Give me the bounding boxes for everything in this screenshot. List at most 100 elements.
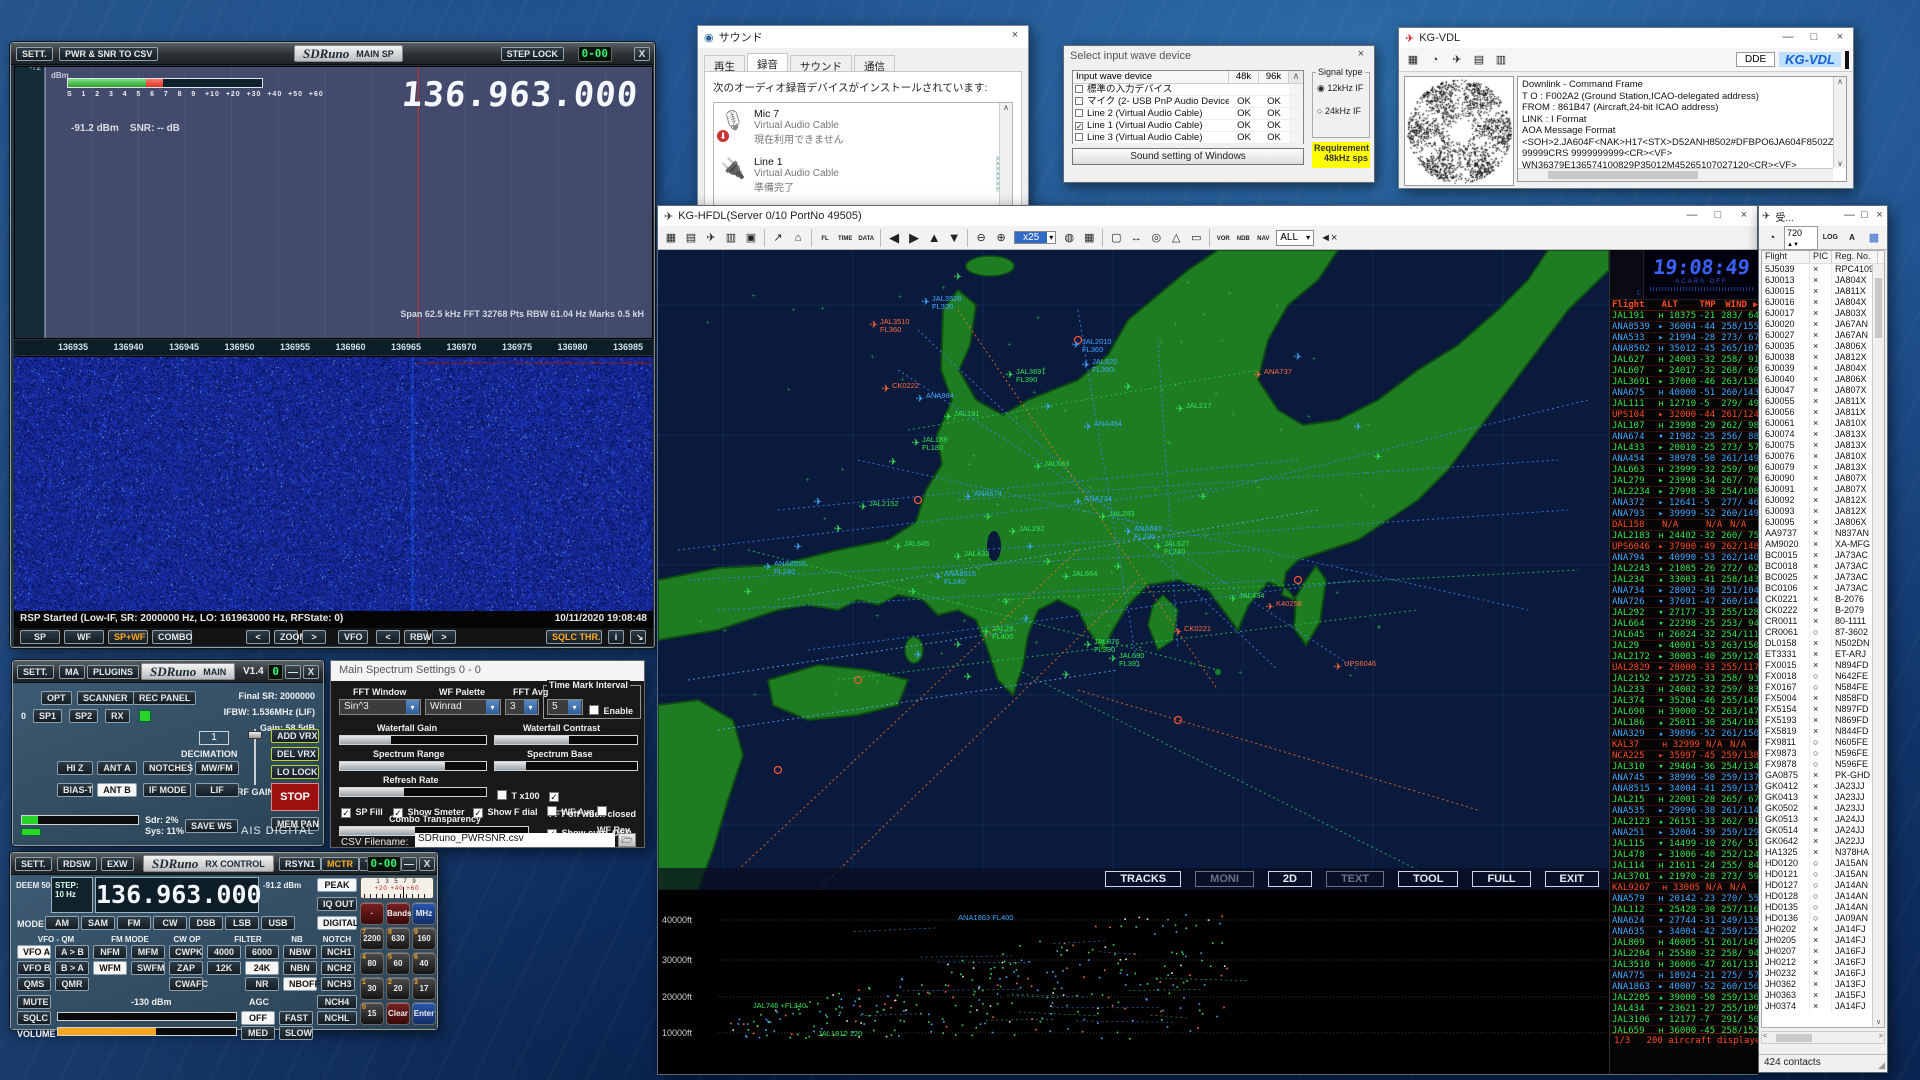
- flight-row[interactable]: GK0514×JA24JJ: [1762, 825, 1884, 836]
- flight-row[interactable]: JH0202×JA14FJ: [1762, 924, 1884, 935]
- aircraft-icon[interactable]: ✈: [909, 587, 917, 598]
- data-row[interactable]: ANA372▸ 12641-5277/ 46: [1610, 498, 1759, 509]
- data-row[interactable]: ANA454▸ 38978-50261/149: [1610, 454, 1759, 465]
- hfdl-tool-a-10[interactable]: TIME: [835, 228, 855, 248]
- row-check[interactable]: [1073, 132, 1087, 143]
- exw-button[interactable]: EXW: [101, 857, 134, 871]
- flight-row[interactable]: GK0413×JA23JJ: [1762, 792, 1884, 803]
- mode-am-button[interactable]: AM: [45, 916, 79, 930]
- aircraft-icon[interactable]: ✈: [1002, 597, 1010, 608]
- rx-6000-button[interactable]: 6000: [245, 945, 279, 959]
- rx-4000-button[interactable]: 4000: [207, 945, 241, 959]
- close-icon[interactable]: X: [419, 857, 435, 871]
- rx-qms-button[interactable]: QMS: [17, 977, 51, 991]
- flight-row[interactable]: FX5193×N869FD: [1762, 715, 1884, 726]
- data-row[interactable]: JAL310▾ 29464-36254/134: [1610, 762, 1759, 773]
- flight-row[interactable]: 6J0017×JA803X: [1762, 308, 1884, 319]
- data-row[interactable]: JAL111н 12710-5279/ 49: [1610, 399, 1759, 410]
- key-enter[interactable]: Enter: [412, 1002, 436, 1025]
- rf-gain-handle[interactable]: [248, 731, 262, 739]
- rx-swfm-button[interactable]: SWFM: [131, 961, 165, 975]
- maximize-icon[interactable]: □: [1857, 206, 1872, 227]
- flight-row[interactable]: 5J5039×RPC4109: [1762, 264, 1884, 275]
- hfdl-tool-a-11[interactable]: DATA: [855, 228, 877, 248]
- rbw-0[interactable]: <: [376, 630, 400, 644]
- close-icon[interactable]: ×: [1731, 206, 1757, 227]
- data-row[interactable]: JAL292▾ 27177-33255/128: [1610, 608, 1759, 619]
- aircraft-icon[interactable]: ✈: [1229, 594, 1237, 605]
- data-row[interactable]: JAL114н 21611-24255/ 84: [1610, 861, 1759, 872]
- hfdl-tool-a-9[interactable]: FL: [815, 228, 835, 248]
- zoom-2[interactable]: >: [302, 630, 326, 644]
- data-row[interactable]: JAL2183н 24402-32260/ 75: [1610, 531, 1759, 542]
- rx-frequency-readout[interactable]: 136.963.000: [95, 877, 259, 913]
- flight-row[interactable]: 6J0091×JA807X: [1762, 484, 1884, 495]
- data-row[interactable]: UPS104▸ 32000-44261/124: [1610, 410, 1759, 421]
- data-row[interactable]: ANA8539▸ 36004-44258/155: [1610, 322, 1759, 333]
- data-row[interactable]: JAL478▸ 31006-40252/124: [1610, 850, 1759, 861]
- rx-qmr-button[interactable]: QMR: [55, 977, 89, 991]
- data-row[interactable]: ANA775н 18924-21275/ 57: [1610, 971, 1759, 982]
- tab-通信[interactable]: 通信: [854, 55, 895, 72]
- enable-checkbox[interactable]: Enable: [589, 701, 633, 719]
- map-area[interactable]: ++++++++++++++++++++++++++++++++++++++++…: [658, 250, 1609, 890]
- flight-row[interactable]: HD0120○JA15AN: [1762, 858, 1884, 869]
- rx-nch2-button[interactable]: NCH2: [321, 961, 355, 975]
- colors-icon[interactable]: ▩: [1864, 228, 1884, 248]
- flight-row[interactable]: CR0011×80-1111: [1762, 616, 1884, 627]
- flight-row[interactable]: JH0207×JA16FJ: [1762, 946, 1884, 957]
- aircraft-icon[interactable]: ✈: [912, 438, 920, 449]
- view-sp+wf-button[interactable]: SP+WF: [108, 630, 148, 644]
- hfdl-tool-a-18[interactable]: ⊖: [971, 228, 991, 248]
- csv-browse-icon[interactable]: 🗁: [618, 833, 636, 847]
- flight-row[interactable]: ET3331×ET-ARJ: [1762, 649, 1884, 660]
- aircraft-icon[interactable]: ✈: [1034, 462, 1042, 473]
- aircraft-icon[interactable]: ✈: [1354, 422, 1362, 433]
- flight-row[interactable]: 6J0039×JA804X: [1762, 363, 1884, 374]
- if-mode-button[interactable]: IF MODE: [143, 783, 191, 797]
- close-icon[interactable]: X: [303, 665, 319, 679]
- data-row[interactable]: KAL9267н 33005N/AN/A: [1610, 883, 1759, 894]
- mode-dsb-button[interactable]: DSB: [189, 916, 223, 930]
- aircraft-icon[interactable]: ✈: [1026, 542, 1034, 553]
- sqlc-thr-button[interactable]: SQLC THR.: [546, 630, 602, 644]
- aircraft-icon[interactable]: ✈: [1109, 654, 1117, 665]
- data-row[interactable]: KAL37н 32999N/AN/A: [1610, 740, 1759, 751]
- minimize-icon[interactable]: —: [1679, 206, 1705, 227]
- aircraft-icon[interactable]: ✈: [744, 587, 752, 598]
- aircraft-icon[interactable]: ✈: [964, 672, 972, 683]
- rx-cwpk-button[interactable]: CWPK: [169, 945, 203, 959]
- rbw-2[interactable]: >: [432, 630, 456, 644]
- popout-icon[interactable]: ↘: [630, 630, 646, 644]
- aircraft-icon[interactable]: ✈: [1254, 370, 1262, 381]
- refresh-slider[interactable]: [339, 787, 487, 797]
- flight-row[interactable]: FX5154×N897FD: [1762, 704, 1884, 715]
- flight-row[interactable]: JH0212×JA16FJ: [1762, 957, 1884, 968]
- hfdl-tool-a-16[interactable]: ▼: [944, 228, 964, 248]
- flight-row[interactable]: FX5004×N858FD: [1762, 693, 1884, 704]
- aircraft-icon[interactable]: ✈: [1006, 370, 1014, 381]
- flight-row[interactable]: 6J0016×JA804X: [1762, 297, 1884, 308]
- data-row[interactable]: JAL3691▸ 37000-46263/136: [1610, 377, 1759, 388]
- aircraft-icon[interactable]: ✈: [964, 492, 972, 503]
- flight-row[interactable]: 6J0056×JA811X: [1762, 407, 1884, 418]
- flight-row[interactable]: JH0232×JA16FJ: [1762, 968, 1884, 979]
- data-row[interactable]: JAL279▸ 23998-34267/ 70: [1610, 476, 1759, 487]
- aircraft-icon[interactable]: ✈: [1062, 572, 1070, 583]
- col-48k[interactable]: 48k: [1229, 71, 1259, 83]
- bias-t-button[interactable]: BIAS-T: [57, 783, 93, 797]
- close-icon[interactable]: ×: [1872, 206, 1887, 227]
- flight-row[interactable]: JH0362×JA13FJ: [1762, 979, 1884, 990]
- plugins-button[interactable]: PLUGINS: [87, 665, 139, 679]
- aircraft-icon[interactable]: ✈: [954, 552, 962, 563]
- flight-row[interactable]: HD0127○JA14AN: [1762, 880, 1884, 891]
- wave-device-row[interactable]: 標準の入力デバイス: [1073, 84, 1303, 96]
- close-icon[interactable]: X: [634, 47, 650, 61]
- flight-row[interactable]: GK0502×JA23JJ: [1762, 803, 1884, 814]
- rx-wfm-button[interactable]: WFM: [93, 961, 127, 975]
- flight-row[interactable]: GK0412×JA23JJ: [1762, 781, 1884, 792]
- rx-vfob-button[interactable]: VFO B: [17, 961, 51, 975]
- tab-録音[interactable]: 録音: [747, 53, 788, 73]
- hfdl-tool-a-14[interactable]: ▶: [904, 228, 924, 248]
- agc-slow-button[interactable]: SLOW: [279, 1026, 313, 1040]
